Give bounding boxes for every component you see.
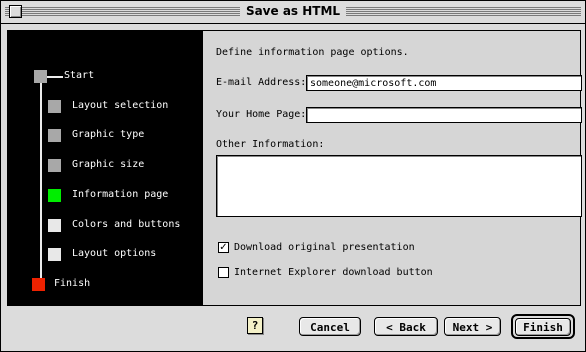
step-marker [48,248,61,261]
ie-download-button-checkbox[interactable] [218,267,229,278]
email-field[interactable]: someone@microsoft.com [306,75,582,91]
form-heading: Define information page options. [216,47,409,58]
finish-button[interactable]: Finish [515,318,571,336]
step-layout-options: Layout options [8,245,203,265]
step-label: Layout options [72,248,157,259]
step-information-page: Information page [8,186,203,206]
title-bar[interactable]: Save as HTML [1,1,585,24]
step-label: Graphic size [72,159,145,170]
step-graphic-type: Graphic type [8,126,203,146]
step-marker [48,100,61,113]
step-label: Start [64,70,95,81]
step-marker [48,219,61,232]
other-information-label: Other Information: [216,139,325,150]
step-label: Finish [54,278,91,289]
step-graphic-size: Graphic size [8,156,203,176]
current-step-marker [48,189,61,202]
save-as-html-dialog: Save as HTML Start Layout selection Grap… [0,0,586,352]
step-label: Colors and buttons [72,219,181,230]
home-page-label: Your Home Page: [216,109,307,120]
step-colors-and-buttons: Colors and buttons [8,216,203,236]
back-button[interactable]: < Back [374,317,438,336]
step-finish: Finish [8,275,203,295]
help-button[interactable]: ? [247,317,263,334]
other-information-textarea[interactable] [216,155,582,217]
step-layout-selection: Layout selection [8,97,203,117]
step-start: Start [8,67,203,87]
wizard-content: Start Layout selection Graphic type Grap… [7,30,582,306]
next-button[interactable]: Next > [444,317,501,336]
step-marker [48,129,61,142]
step-label: Information page [72,189,169,200]
download-presentation-label[interactable]: Download original presentation [234,242,415,253]
step-finish-marker [32,278,45,291]
window-title: Save as HTML [239,4,347,18]
step-label: Graphic type [72,129,145,140]
step-label: Layout selection [72,100,169,111]
cancel-button[interactable]: Cancel [299,317,361,336]
home-page-field[interactable] [306,107,582,123]
step-start-marker [34,70,47,83]
download-presentation-checkbox[interactable]: ✓ [218,242,229,253]
email-label: E-mail Address: [216,77,307,88]
step-marker [48,159,61,172]
ie-download-button-label[interactable]: Internet Explorer download button [234,267,433,278]
step-panel: Start Layout selection Graphic type Grap… [8,31,203,305]
